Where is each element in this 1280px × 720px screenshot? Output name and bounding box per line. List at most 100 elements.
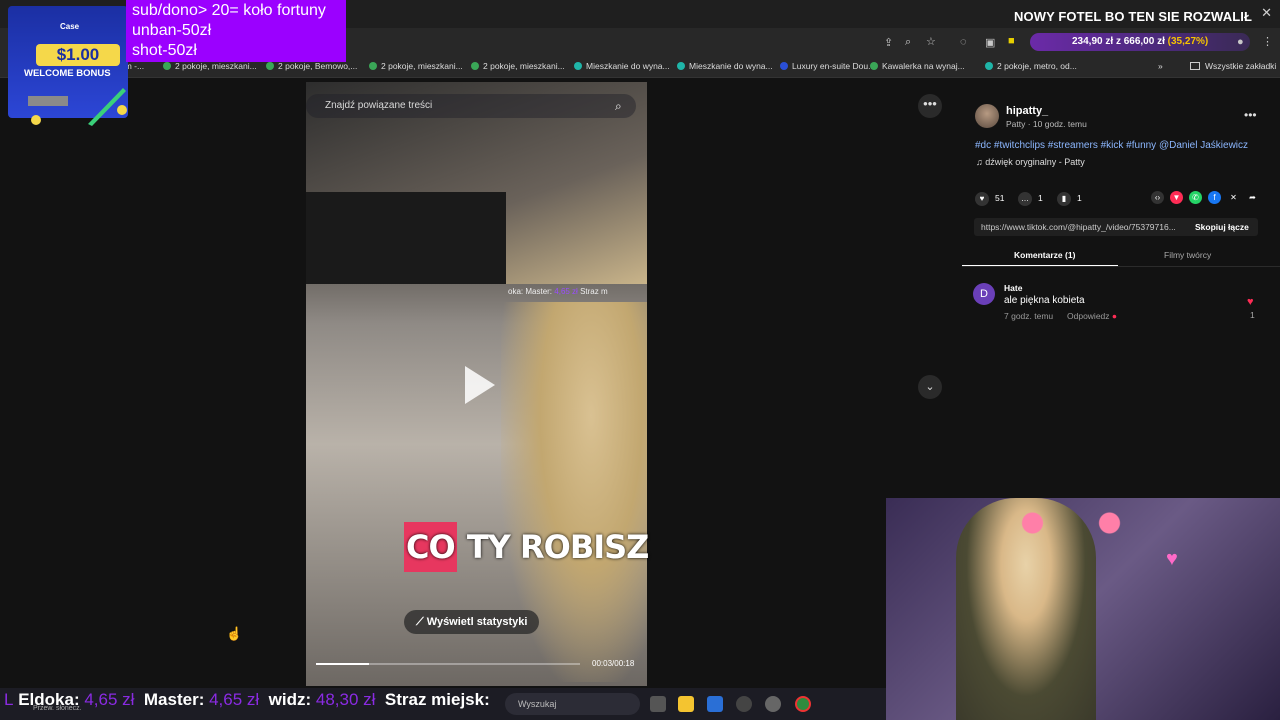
more-options-button[interactable]: ••• xyxy=(918,94,942,118)
save-action[interactable]: ▮ 1 xyxy=(1057,192,1082,206)
bookmark-item[interactable]: Kawalerka na wynaj... xyxy=(870,61,965,71)
bookmark-item[interactable]: 2 pokoje, mieszkani... xyxy=(471,61,565,71)
chevron-down-icon: ⌄ xyxy=(925,381,935,393)
view-stats-button[interactable]: ⟋ Wyświetl statystyki xyxy=(404,610,540,634)
active-tab-indicator xyxy=(962,265,1118,266)
reply-label: Odpowiedz xyxy=(1067,311,1110,321)
bookmark-item[interactable]: Mieszkanie do wyna... xyxy=(677,61,773,71)
post-link[interactable]: https://www.tiktok.com/@hipatty_/video/7… xyxy=(981,222,1176,232)
extension-icon[interactable]: ■ xyxy=(1008,35,1015,47)
extension-icon[interactable]: ◌ xyxy=(960,36,967,48)
task-view-icon[interactable] xyxy=(650,696,666,712)
next-video-button[interactable]: ⌄ xyxy=(918,375,942,399)
tab-comments[interactable]: Komentarze (1) xyxy=(1014,250,1075,260)
comment-action[interactable]: … 1 xyxy=(1018,192,1043,206)
caption-text: TY ROBISZ xyxy=(456,528,650,566)
price-percent: (35,27%) xyxy=(1167,36,1209,47)
bookmark-label: Mieszkanie do wyna... xyxy=(586,61,670,71)
bookmark-item[interactable]: 2 pokoje, Bemowo,... xyxy=(266,61,357,71)
author-avatar[interactable] xyxy=(975,104,999,128)
zoom-icon[interactable]: ⌕ xyxy=(905,36,911,49)
ticker-name: Master: xyxy=(143,690,205,709)
related-search-placeholder: Znajdź powiązane treści xyxy=(325,100,433,111)
taskbar-search-placeholder: Wyszukaj xyxy=(518,699,557,709)
knife-illustration xyxy=(28,88,127,126)
tab-divider xyxy=(962,266,1280,267)
bookmark-favicon-icon xyxy=(574,62,582,70)
bookmark-label: Luxury en-suite Dou... xyxy=(792,61,876,71)
comment-reply-button[interactable]: Odpowiedz ● xyxy=(1067,311,1117,321)
bookmark-star-icon[interactable]: ☆ xyxy=(926,35,936,48)
comment-like-count: 1 xyxy=(1250,310,1255,320)
bookmark-item[interactable]: 2 pokoje, mieszkani... xyxy=(369,61,463,71)
repost-icon[interactable]: ▼ xyxy=(1170,191,1183,204)
facebook-icon[interactable]: f xyxy=(1208,191,1221,204)
extension-icon[interactable]: ▣ xyxy=(985,36,995,49)
play-icon[interactable] xyxy=(465,366,495,404)
weather-widget[interactable]: Przew. słonecz. xyxy=(33,705,82,712)
bookmark-label: Mieszkanie do wyna... xyxy=(689,61,773,71)
bookmark-label: 2 pokoje, metro, od... xyxy=(997,61,1077,71)
bookmark-favicon-icon xyxy=(677,62,685,70)
mouse-cursor: ☝ xyxy=(226,626,243,641)
file-explorer-icon[interactable] xyxy=(678,696,694,712)
comment-icon: … xyxy=(1018,192,1032,206)
bonus-label: WELCOME BONUS xyxy=(24,68,111,79)
post-sound[interactable]: ♫ dźwięk oryginalny - Patty xyxy=(976,157,1085,167)
price-separator: z xyxy=(1115,36,1121,47)
comment-count: 1 xyxy=(1038,193,1043,203)
install-icon[interactable]: ⇪ xyxy=(884,36,893,49)
bonus-amount: $1.00 xyxy=(36,44,120,66)
comment-like-icon[interactable]: ♥ xyxy=(1247,296,1254,308)
price-current: 234,90 zł xyxy=(1072,36,1114,47)
author-name[interactable]: hipatty_ xyxy=(1006,105,1048,117)
rule-line: unban-50zł xyxy=(132,22,212,39)
search-icon[interactable]: ⌕ xyxy=(615,99,622,114)
video-progress-fill xyxy=(316,663,369,665)
commenter-name[interactable]: Hate xyxy=(1004,283,1022,293)
bookmark-label: 2 pokoje, mieszkani... xyxy=(175,61,257,71)
app-icon[interactable] xyxy=(736,696,752,712)
all-bookmarks[interactable]: Wszystkie zakładki xyxy=(1190,61,1276,71)
bookmark-item[interactable]: Luxury en-suite Dou... xyxy=(780,61,875,71)
post-hashtags[interactable]: #dc #twitchclips #streamers #kick #funny… xyxy=(975,140,1248,151)
chrome-icon[interactable] xyxy=(795,696,811,712)
bookmark-favicon-icon xyxy=(369,62,377,70)
commenter-avatar[interactable]: D xyxy=(973,283,995,305)
like-action[interactable]: ♥ 51 xyxy=(975,192,1004,206)
case-logo: Case xyxy=(60,22,80,31)
bookmark-item[interactable]: 2 pokoje, metro, od... xyxy=(985,61,1077,71)
x-icon[interactable]: ✕ xyxy=(1227,191,1240,204)
tab-creator-videos[interactable]: Filmy twórcy xyxy=(1164,250,1211,260)
like-count: 51 xyxy=(995,193,1005,203)
bookmark-label: Kawalerka na wynaj... xyxy=(882,61,965,71)
bookmark-favicon-icon xyxy=(163,62,171,70)
price-tracker-bar[interactable]: 234,90 zł z 666,00 zł (35,27%) xyxy=(1030,33,1250,51)
whatsapp-icon[interactable]: ✆ xyxy=(1189,191,1202,204)
bookmarks-overflow[interactable]: » xyxy=(1158,61,1163,71)
inner-ticker-value: 4,65 zł xyxy=(554,287,578,296)
chart-icon: ⟋ xyxy=(416,616,427,628)
copy-link-button[interactable]: Skopiuj łącze xyxy=(1195,222,1249,232)
menu-kebab-icon[interactable]: ⋮ xyxy=(1262,35,1273,48)
welcome-bonus-ad: Case $1.00 WELCOME BONUS xyxy=(8,6,128,126)
video-progress-bar[interactable] xyxy=(316,663,580,665)
sound-label: dźwięk oryginalny - Patty xyxy=(985,157,1085,167)
bookmark-item[interactable]: Mieszkanie do wyna... xyxy=(574,61,670,71)
author-subtitle: Patty · 10 godz. temu xyxy=(1006,119,1087,129)
embed-icon[interactable]: ‹› xyxy=(1151,191,1164,204)
bookmark-favicon-icon xyxy=(780,62,788,70)
settings-icon[interactable] xyxy=(765,696,781,712)
share-arrow-icon[interactable]: ➦ xyxy=(1246,191,1259,204)
bookmark-favicon-icon xyxy=(471,62,479,70)
window-close-icon[interactable]: ✕ xyxy=(1261,5,1272,21)
profile-icon[interactable]: ● xyxy=(1237,36,1244,48)
store-icon[interactable] xyxy=(707,696,723,712)
all-bookmarks-label: Wszystkie zakładki xyxy=(1205,61,1277,71)
post-options-icon[interactable]: ••• xyxy=(1244,108,1257,122)
bookmark-label: 2 pokoje, mieszkani... xyxy=(483,61,565,71)
heart-icon: ♥ xyxy=(975,192,989,206)
creator-liked-icon: ● xyxy=(1111,311,1118,321)
view-stats-label: Wyświetl statystyki xyxy=(426,616,528,628)
bookmark-item[interactable]: 2 pokoje, mieszkani... xyxy=(163,61,257,71)
